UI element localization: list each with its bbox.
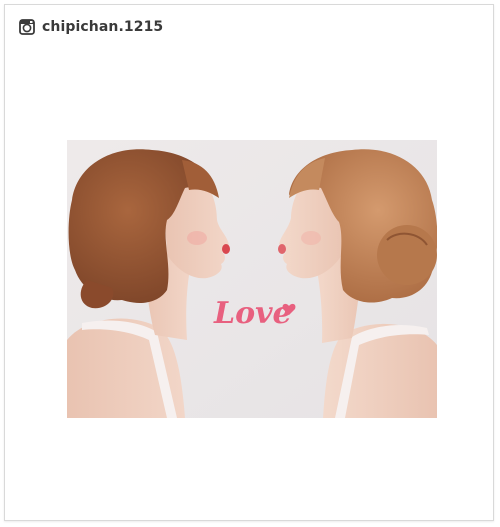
post-photo[interactable]: Love: [67, 140, 437, 418]
instagram-embed-card: chipichan.1215 Love: [4, 4, 494, 521]
post-header: chipichan.1215: [19, 17, 163, 37]
instagram-icon[interactable]: [19, 19, 35, 35]
username-link[interactable]: chipichan.1215: [42, 19, 163, 35]
svg-text:Love: Love: [213, 296, 292, 331]
love-text-overlay: Love: [213, 296, 296, 331]
